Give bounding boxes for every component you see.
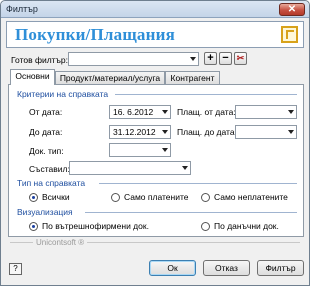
close-button[interactable]: ✕ — [279, 3, 305, 16]
chevron-down-icon — [162, 110, 168, 114]
radio-unpaid-only[interactable] — [201, 193, 210, 202]
chevron-down-icon — [288, 110, 294, 114]
filter-dialog: Филтър ✕ Покупки/Плащания Готов филтър: … — [0, 0, 310, 286]
from-date-picker[interactable]: 16. 6.2012 — [109, 105, 171, 119]
header-title: Покупки/Плащания — [15, 25, 175, 44]
from-date-label: От дата: — [29, 107, 63, 117]
tab-contractor[interactable]: Контрагент — [165, 71, 220, 85]
author-select[interactable] — [69, 161, 191, 175]
pay-from-label: Плащ. от дата: — [177, 107, 236, 117]
filter-button[interactable]: Филтър — [257, 260, 304, 276]
add-filter-button[interactable]: + — [204, 52, 217, 65]
radio-all[interactable] — [29, 193, 38, 202]
chevron-down-icon — [162, 148, 168, 152]
chevron-down-icon — [162, 130, 168, 134]
cancel-button[interactable]: Отказ — [203, 260, 250, 276]
ok-button[interactable]: Ок — [149, 260, 196, 276]
pay-to-label: Плащ. до дата: — [177, 127, 237, 137]
criteria-section-title: Критерии на справката — [17, 89, 109, 99]
radio-tax-docs-label[interactable]: По данъчни док. — [214, 221, 279, 231]
radio-internal-docs-label[interactable]: По вътрешнофирмени док. — [42, 221, 149, 231]
ready-filter-select[interactable] — [68, 52, 199, 66]
chevron-down-icon — [190, 57, 196, 61]
pay-from-date-picker[interactable] — [235, 105, 297, 119]
clear-filter-button[interactable]: ✂ — [234, 52, 247, 65]
pay-to-date-picker[interactable] — [235, 125, 297, 139]
radio-tax-docs[interactable] — [201, 222, 210, 231]
radio-paid-only-label[interactable]: Само платените — [124, 192, 189, 202]
radio-unpaid-only-label[interactable]: Само неплатените — [214, 192, 288, 202]
help-icon[interactable]: ? — [9, 263, 22, 275]
doc-type-label: Док. тип: — [29, 146, 64, 156]
brand-label: Unicontsoft ® — [33, 238, 88, 247]
radio-paid-only[interactable] — [111, 193, 120, 202]
chevron-down-icon — [182, 166, 188, 170]
section-divider — [85, 212, 297, 213]
report-type-section-title: Тип на справката — [17, 178, 86, 188]
chevron-down-icon — [288, 130, 294, 134]
tab-main[interactable]: Основни — [10, 69, 55, 85]
header-banner: Покупки/Плащания — [6, 21, 304, 48]
document-frame-icon — [281, 26, 298, 43]
section-divider — [115, 94, 297, 95]
visualization-section-title: Визуализация — [17, 207, 73, 217]
tab-product[interactable]: Продукт/материал/услуга — [55, 71, 165, 85]
title-bar[interactable]: Филтър ✕ — [1, 1, 309, 18]
remove-filter-button[interactable]: − — [219, 52, 232, 65]
radio-all-label[interactable]: Всички — [42, 192, 70, 202]
doc-type-select[interactable] — [109, 143, 171, 157]
section-divider — [99, 183, 297, 184]
author-label: Съставил: — [29, 164, 70, 174]
to-date-picker[interactable]: 31.12.2012 — [109, 125, 171, 139]
window-title: Филтър — [6, 4, 38, 14]
tab-panel-main: Критерии на справката От дата: 16. 6.201… — [8, 84, 304, 237]
radio-internal-docs[interactable] — [29, 222, 38, 231]
ready-filter-label: Готов филтър: — [11, 55, 68, 65]
to-date-label: До дата: — [29, 127, 63, 137]
